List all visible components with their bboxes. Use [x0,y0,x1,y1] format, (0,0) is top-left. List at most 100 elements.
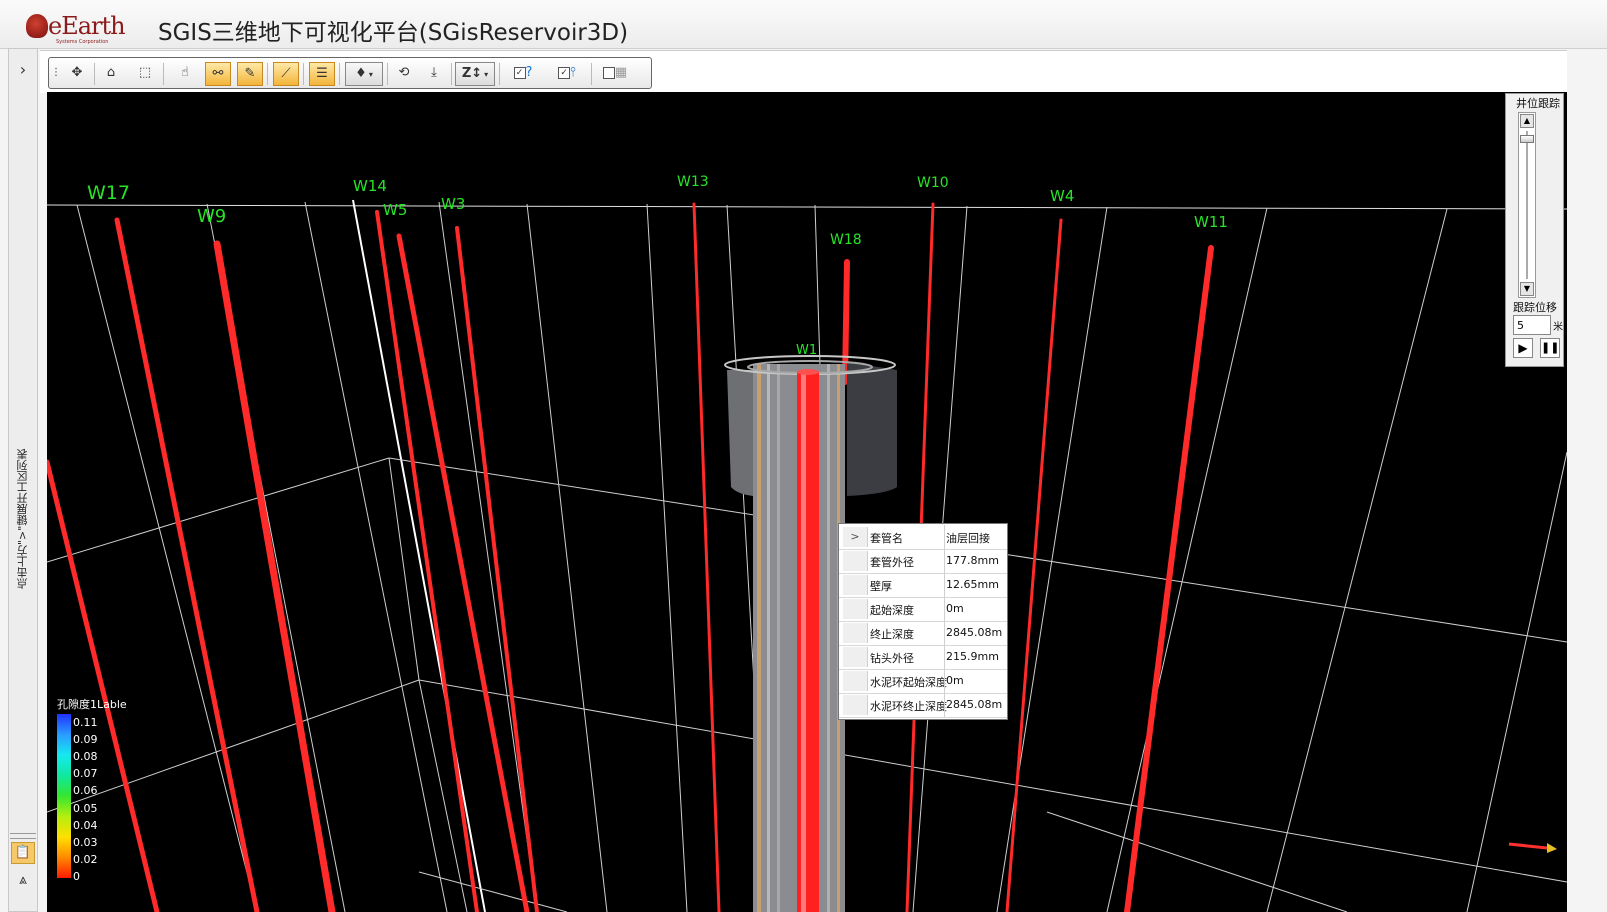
axis-gizmo-icon [1508,842,1557,853]
grid-line [1266,208,1448,912]
table-row[interactable]: 壁厚 12.65mm [839,573,1007,598]
table-row[interactable]: 套管外径 177.8mm [839,549,1007,574]
sidebar-grip[interactable] [10,833,36,839]
table-row[interactable]: > 套管名 油层回接 [839,525,1007,550]
well-tracking-panel: 井位跟踪 ▲ ▼ 跟踪位移 米 ▶ ❚❚ [1505,93,1564,367]
calendar-checkbox-icon[interactable] [602,66,615,79]
table-row[interactable]: 终止深度 2845.08m [839,621,1007,646]
home-button[interactable]: ⌂ [97,62,125,86]
section-button[interactable]: ⟋ [273,62,299,86]
well-trajectory-w18[interactable] [842,259,850,385]
w1-well-tube[interactable] [797,372,819,912]
3d-viewport[interactable]: W17 W9 W14 W5 W3 W13 W18 W10 W4 W11 W1 孔… [47,92,1567,912]
rotate-button[interactable]: ⟲ [391,62,417,86]
logo-mark-icon [26,14,48,38]
tracking-title: 井位跟踪 [1516,97,1560,110]
pause-icon: ❚❚ [1541,341,1560,354]
light-dropdown[interactable]: ♦ ▾ [345,62,383,86]
pen-button[interactable]: ✎ [237,62,263,86]
measure-link-icon: ⚯ [212,66,224,81]
table-row[interactable]: 钻头外径 215.9mm [839,645,1007,670]
well-label[interactable]: W18 [830,232,862,248]
grip-icon[interactable]: ⋮ [51,62,61,86]
measure-link-button[interactable]: ⚯ [205,62,231,86]
legend-title: 孔隙度1Lable [57,698,127,711]
fly-button[interactable]: ⤓ [421,62,447,86]
well-label[interactable]: W14 [353,177,387,195]
property-value: 12.65mm [946,578,999,591]
well-label[interactable]: W1 [796,343,817,358]
well-trajectory-w13[interactable] [692,202,721,912]
z-scale-dropdown[interactable]: Z↕ ▾ [455,62,495,86]
table-row[interactable]: 水泥环终止深度 2845.08m [839,693,1007,718]
column-divider [944,621,945,645]
tracking-slider[interactable]: ▲ ▼ [1518,112,1536,298]
select-icon: ☝ [181,65,189,80]
slider-track[interactable] [1526,131,1528,279]
layers-button[interactable]: ☰ [309,62,335,86]
property-key: 终止深度 [870,628,914,641]
row-expand-icon[interactable]: > [843,527,868,547]
play-button[interactable]: ▶ [1513,338,1533,358]
pen-icon: ✎ [244,66,256,81]
row-header[interactable] [843,695,868,715]
pan-button[interactable]: ✥ [63,62,91,86]
property-key: 钻头外径 [870,652,914,665]
sidebar-tool-properties-button[interactable]: 📋 [11,842,35,864]
well-label[interactable]: W5 [383,201,407,219]
calendar-toggle[interactable]: ▦ [597,62,633,86]
well-label[interactable]: W3 [441,195,465,213]
fly-icon: ⤓ [431,65,437,80]
well-eye-icon: ⫯ [570,65,576,80]
pause-button[interactable]: ❚❚ [1540,338,1560,358]
property-key: 套管名 [870,532,903,545]
slider-thumb[interactable] [1520,135,1534,143]
light-dropdown-icon: ♦ [355,66,367,81]
help-toggle[interactable]: ✓? [504,62,542,86]
chevron-down-icon: ▾ [368,70,373,79]
table-row[interactable]: 水泥环起始深度 0m [839,669,1007,694]
well-label[interactable]: W11 [1194,213,1228,231]
box-view-button[interactable]: ⬚ [131,62,159,86]
select-button[interactable]: ☝ [171,62,199,86]
well-trajectory-w3[interactable] [455,226,539,912]
grid-line [526,203,608,912]
w1-well-top [797,369,819,375]
property-key: 水泥环终止深度 [870,700,947,713]
chevron-down-icon: ▾ [484,70,489,79]
table-row[interactable]: 起始深度 0m [839,597,1007,622]
well-checkbox-icon[interactable]: ✓ [558,66,571,79]
help-checkbox-icon[interactable]: ✓ [513,66,526,79]
row-header[interactable] [843,647,868,667]
well-label[interactable]: W17 [87,182,130,204]
porosity-legend: 孔隙度1Lable 0.11 0.09 0.08 0.07 0.06 0.05 … [55,696,165,896]
scene-canvas[interactable]: W17 W9 W14 W5 W3 W13 W18 W10 W4 W11 W1 [47,92,1567,912]
well-label[interactable]: W13 [677,174,709,190]
property-key: 起始深度 [870,604,914,617]
sidebar-tool-tower-button[interactable]: ⩓ [11,869,35,891]
w1-well-tube-highlight [801,372,806,912]
casing-layer-line [757,364,761,912]
main-toolbar: ⋮ ✥ ⌂ ⬚ ☝ ⚯ ✎ ⟋ ☰ ♦ ▾ ⟲ ⤓ Z↕ ▾ ✓? ✓ ⫯ ▦ [48,57,652,89]
app-title: SGIS三维地下可视化平台(SGisReservoir3D) [158,20,629,46]
well-label[interactable]: W9 [197,206,226,227]
sidebar-expand-button[interactable]: › [12,55,34,85]
row-header[interactable] [843,623,868,643]
row-header[interactable] [843,575,868,595]
box-view-icon: ⬚ [138,65,152,80]
slider-down-button[interactable]: ▼ [1520,282,1534,296]
legend-value: 0.03 [73,836,98,849]
column-divider [944,573,945,597]
row-header[interactable] [843,599,868,619]
well-label[interactable]: W10 [917,175,949,191]
well-trajectory-w4[interactable] [1005,218,1063,912]
row-header[interactable] [843,671,868,691]
column-divider [944,597,945,621]
grid-line [418,871,568,912]
offset-input[interactable] [1513,315,1551,335]
well-toggle[interactable]: ✓ ⫯ [547,62,587,86]
row-header[interactable] [843,551,868,571]
slider-up-button[interactable]: ▲ [1520,114,1534,128]
property-key: 水泥环起始深度 [870,676,947,689]
well-label[interactable]: W4 [1050,187,1074,205]
